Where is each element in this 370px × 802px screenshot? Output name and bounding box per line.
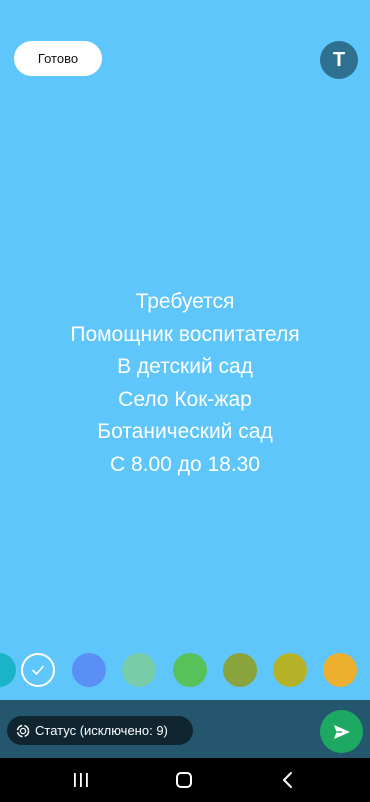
back-icon — [283, 772, 292, 788]
status-line: В детский сад — [117, 355, 253, 378]
home-button[interactable] — [164, 766, 204, 794]
status-line: Требуется — [135, 290, 235, 313]
text-tool-icon: T — [332, 48, 346, 71]
status-canvas[interactable]: Готово T Требуется Помощник воспитателя … — [0, 0, 370, 700]
checkmark-icon — [32, 665, 44, 675]
status-line: Село Кок-жар — [118, 387, 252, 411]
send-icon — [333, 724, 350, 739]
status-text[interactable]: Требуется Помощник воспитателя В детский… — [0, 286, 370, 481]
recents-button[interactable] — [61, 766, 101, 794]
send-button[interactable] — [320, 710, 363, 753]
status-ring-icon — [16, 724, 30, 737]
status-line: Ботанический сад — [97, 420, 273, 443]
color-swatch[interactable] — [173, 653, 207, 687]
color-swatch[interactable] — [72, 653, 106, 687]
color-swatch[interactable] — [273, 653, 307, 687]
status-line: Помощник воспитателя — [70, 322, 300, 346]
done-button[interactable]: Готово — [14, 41, 102, 76]
color-swatch[interactable] — [122, 653, 156, 687]
back-button[interactable] — [268, 766, 308, 794]
status-line: С 8.00 до 18.30 — [109, 452, 261, 476]
system-nav-bar — [0, 758, 370, 802]
color-swatch-selected[interactable] — [21, 653, 55, 687]
color-swatch[interactable] — [223, 653, 257, 687]
home-icon — [176, 772, 192, 788]
color-swatch[interactable] — [0, 653, 16, 687]
audience-label: Статус (исключено: 9) — [35, 723, 168, 738]
color-palette — [0, 653, 370, 691]
recents-icon — [74, 773, 88, 787]
audience-chip[interactable]: Статус (исключено: 9) — [7, 716, 193, 745]
text-tool-button[interactable]: T — [320, 41, 358, 79]
color-swatch[interactable] — [323, 653, 357, 687]
